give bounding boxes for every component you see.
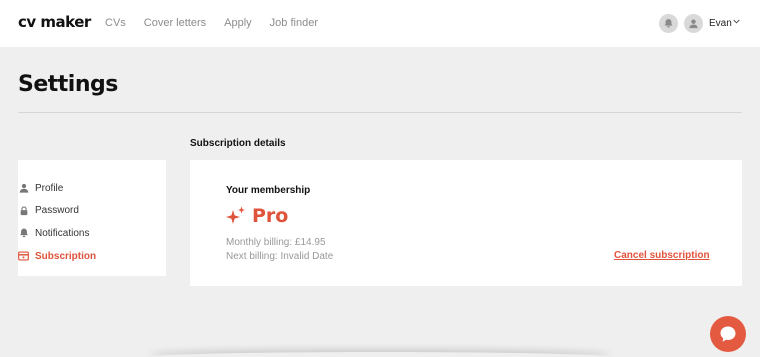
chevron-down-icon[interactable] <box>733 19 740 24</box>
sidebar-item-label: Password <box>35 205 79 217</box>
sidebar-item-label: Profile <box>35 182 64 194</box>
sidebar-item-password[interactable]: Password <box>18 200 166 223</box>
sidebar-item-profile[interactable]: Profile <box>18 177 166 200</box>
sidebar-item-label: Subscription <box>35 250 97 262</box>
sidebar-item-notifications[interactable]: Notifications <box>18 222 166 245</box>
bell-icon <box>664 19 673 28</box>
sparkle-icon <box>226 206 245 224</box>
user-avatar[interactable] <box>684 14 703 33</box>
plan-name: Pro <box>252 205 289 227</box>
user-name[interactable]: Evan <box>709 18 732 29</box>
section-title: Subscription details <box>190 138 286 149</box>
card-icon <box>18 251 29 262</box>
sidebar-item-label: Notifications <box>35 227 90 239</box>
subscription-card: Your membership Pro Monthly billing: £14… <box>190 160 742 286</box>
nav-item-cover-letters[interactable]: Cover letters <box>144 17 206 29</box>
brand-logo[interactable]: cv maker <box>18 13 91 31</box>
membership-label: Your membership <box>226 185 311 196</box>
settings-sidebar: Profile Password Notifications Subscript… <box>18 160 166 276</box>
chat-bubble-icon <box>720 326 736 342</box>
user-icon <box>689 19 698 29</box>
nav-item-apply[interactable]: Apply <box>224 17 252 29</box>
top-navigation-bar: cv maker CVs Cover letters Apply Job fin… <box>0 0 760 47</box>
cancel-subscription-link[interactable]: Cancel subscription <box>614 250 710 261</box>
plan-row: Pro <box>225 205 288 227</box>
next-billing: Next billing: Invalid Date <box>226 251 334 262</box>
sidebar-item-subscription[interactable]: Subscription <box>18 245 166 268</box>
notifications-button[interactable] <box>659 14 678 33</box>
nav-item-job-finder[interactable]: Job finder <box>270 17 318 29</box>
page-title: Settings <box>18 72 118 97</box>
nav-item-cvs[interactable]: CVs <box>105 17 126 29</box>
bell-icon <box>18 228 29 239</box>
chat-button[interactable] <box>710 316 746 352</box>
title-divider <box>18 112 742 113</box>
lock-icon <box>18 205 29 216</box>
bottom-panel-shadow <box>150 352 610 357</box>
user-icon <box>18 183 29 194</box>
main-nav: CVs Cover letters Apply Job finder <box>105 17 318 29</box>
monthly-billing: Monthly billing: £14.95 <box>226 237 326 248</box>
